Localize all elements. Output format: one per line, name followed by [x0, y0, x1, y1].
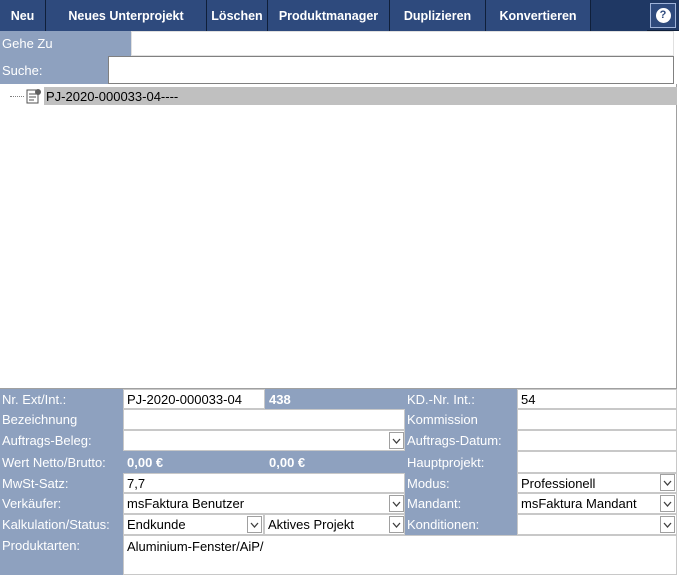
nr-ext-field[interactable]: PJ-2020-000033-04 [123, 389, 265, 409]
modus-select[interactable]: Professionell [517, 473, 677, 493]
mandant-label: Mandant: [405, 493, 517, 514]
modus-label: Modus: [405, 473, 517, 493]
auftrags-datum-label: Auftrags-Datum: [405, 430, 517, 451]
new-subproject-button[interactable]: Neues Unterprojekt [46, 0, 207, 31]
delete-button[interactable]: Löschen [207, 0, 268, 31]
tree-connector [10, 96, 24, 97]
chevron-down-icon [663, 480, 672, 486]
auftrags-beleg-select[interactable] [123, 430, 405, 451]
auftrags-datum-field[interactable] [517, 430, 677, 451]
chevron-down-icon [250, 522, 259, 528]
chevron-down-icon [392, 522, 401, 528]
help-button[interactable]: ? [650, 3, 676, 28]
konditionen-select[interactable] [517, 514, 677, 535]
toolbar-spacer [591, 0, 647, 31]
kd-nr-int-field[interactable]: 54 [517, 389, 677, 409]
kalkulation-status-label: Kalkulation/Status: [0, 514, 123, 535]
auftrags-beleg-label: Auftrags-Beleg: [0, 430, 123, 451]
project-tree: PJ-2020-000033-04---- [0, 84, 677, 389]
mandant-dropdown[interactable] [660, 495, 675, 512]
search-input[interactable] [108, 56, 674, 84]
produktarten-field[interactable]: Aluminium-Fenster/AiP/ [123, 535, 677, 575]
auftrags-beleg-dropdown[interactable] [389, 432, 404, 449]
modus-dropdown[interactable] [660, 474, 675, 491]
search-label: Suche: [0, 56, 108, 84]
nr-ext-int-label: Nr. Ext/Int.: [0, 389, 123, 409]
konditionen-dropdown[interactable] [660, 516, 675, 533]
kd-nr-int-label: KD.-Nr. Int.: [405, 389, 517, 409]
chevron-down-icon [663, 501, 672, 507]
product-manager-button[interactable]: Produktmanager [268, 0, 390, 31]
kommission-label: Kommission [405, 409, 517, 430]
chevron-down-icon [392, 501, 401, 507]
produktarten-label: Produktarten: [0, 535, 123, 575]
status-select[interactable]: Aktives Projekt [264, 514, 405, 535]
new-button[interactable]: Neu [0, 0, 46, 31]
wert-netto-field: 0,00 € [123, 451, 265, 473]
wert-label: Wert Netto/Brutto: [0, 451, 123, 473]
tree-item[interactable]: PJ-2020-000033-04---- [44, 87, 677, 105]
kalkulation-dropdown[interactable] [247, 516, 262, 533]
tree-item-label: PJ-2020-000033-04---- [46, 88, 179, 104]
duplicate-button[interactable]: Duplizieren [390, 0, 486, 31]
chevron-down-icon [663, 522, 672, 528]
mwst-label: MwSt-Satz: [0, 473, 123, 493]
goto-input[interactable] [131, 31, 674, 56]
verkaeufer-select[interactable]: msFaktura Benutzer [123, 493, 405, 514]
verkaeufer-dropdown[interactable] [389, 495, 404, 512]
toolbar: Neu Neues Unterprojekt Löschen Produktma… [0, 0, 679, 31]
convert-button[interactable]: Konvertieren [486, 0, 591, 31]
hauptprojekt-field[interactable] [517, 451, 677, 473]
bezeichnung-label: Bezeichnung [0, 409, 123, 430]
project-document-icon [26, 89, 41, 104]
verkaeufer-label: Verkäufer: [0, 493, 123, 514]
wert-brutto-field: 0,00 € [265, 451, 405, 473]
chevron-down-icon [392, 438, 401, 444]
nr-int-field: 438 [265, 389, 405, 409]
bezeichnung-field[interactable] [123, 409, 405, 430]
mandant-select[interactable]: msFaktura Mandant [517, 493, 677, 514]
status-dropdown[interactable] [389, 516, 404, 533]
kommission-field[interactable] [517, 409, 677, 430]
mwst-field[interactable]: 7,7 [123, 473, 405, 493]
konditionen-label: Konditionen: [405, 514, 517, 535]
help-icon: ? [655, 8, 671, 23]
kalkulation-select[interactable]: Endkunde [123, 514, 264, 535]
goto-label: Gehe Zu [0, 31, 131, 56]
hauptprojekt-label: Hauptprojekt: [405, 451, 517, 473]
